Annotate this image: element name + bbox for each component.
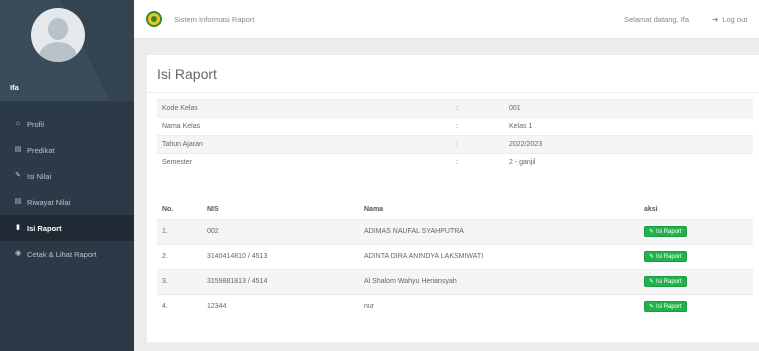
app-logo <box>146 11 162 27</box>
cell-aksi: ✎ Isi Raport <box>639 218 753 244</box>
cell-no: 2. <box>157 243 202 269</box>
sidebar-item-predikat[interactable]: ▤ Predikat <box>0 137 134 163</box>
content-panel: Isi Raport Kode Kelas : 001 Nama Kelas :… <box>147 55 759 342</box>
info-row-semester: Semester : 2 - ganjil <box>157 153 753 172</box>
sidebar-item-isi-nilai[interactable]: ✎ Isi Nilai <box>0 163 134 189</box>
info-separator: : <box>451 153 504 172</box>
cell-nama: nur <box>359 293 639 319</box>
table-icon: ▤ <box>14 146 22 153</box>
cell-nis: 12344 <box>202 293 359 319</box>
app-title: Sistem Informasi Raport <box>174 15 255 24</box>
student-table: No. NIS Nama aksi 1. 002 ADIMAS NAUFAL S… <box>157 201 753 319</box>
info-row-nama-kelas: Nama Kelas : Kelas 1 <box>157 117 753 136</box>
cell-no: 3. <box>157 268 202 294</box>
top-bar: Sistem Informasi Raport Selamat datang, … <box>134 0 759 39</box>
info-separator: : <box>451 117 504 136</box>
table-row: 1. 002 ADIMAS NAUFAL SYAHPUTRA ✎ Isi Rapo… <box>157 218 753 244</box>
cell-aksi: ✎ Isi Raport <box>639 293 753 319</box>
pencil-icon: ✎ <box>649 304 655 311</box>
info-value: 2022/2023 <box>504 135 753 154</box>
sidebar-item-label: Isi Nilai <box>27 171 52 181</box>
page-title: Isi Raport <box>157 66 217 82</box>
button-label: Isi Raport <box>656 228 682 235</box>
isi-raport-button[interactable]: ✎ Isi Raport <box>644 301 687 313</box>
info-value: 001 <box>504 99 753 118</box>
user-name: Ifa <box>10 83 19 92</box>
sidebar-item-label: Isi Raport <box>27 223 62 233</box>
isi-raport-button[interactable]: ✎ Isi Raport <box>644 251 687 262</box>
column-header-aksi: aksi <box>644 206 658 214</box>
cell-nama: ADIMAS NAUFAL SYAHPUTRA <box>359 218 639 244</box>
info-label: Tahun Ajaran <box>157 135 451 154</box>
column-header-nama: Nama <box>364 206 384 214</box>
info-label: Nama Kelas <box>157 117 451 136</box>
table-icon: ▤ <box>14 198 22 205</box>
divider <box>147 92 759 93</box>
table-header-row: No. NIS Nama aksi <box>157 201 753 219</box>
sidebar: Ifa ⌂ Profil ▤ Predikat ✎ Isi Nilai ▤ Ri… <box>0 0 134 351</box>
button-label: Isi Raport <box>656 278 682 285</box>
info-label: Kode Kelas <box>157 99 451 118</box>
sidebar-item-cetak-lihat-raport[interactable]: ◉ Cetak & Lihat Raport <box>0 241 134 267</box>
book-icon: ▮ <box>16 224 20 231</box>
table-row: 2. 3140414810 / 4513 ADINTA DIRA ANINDYA… <box>157 243 753 269</box>
sidebar-item-profil[interactable]: ⌂ Profil <box>0 111 134 137</box>
cell-aksi: ✎ Isi Raport <box>639 268 753 294</box>
info-row-tahun-ajaran: Tahun Ajaran : 2022/2023 <box>157 135 753 154</box>
cell-nis: 002 <box>202 218 359 244</box>
isi-raport-button[interactable]: ✎ Isi Raport <box>644 276 687 287</box>
info-value: Kelas 1 <box>504 117 753 136</box>
pencil-icon: ✎ <box>15 172 21 179</box>
sidebar-item-riwayat-nilai[interactable]: ▤ Riwayat Nilai <box>0 189 134 215</box>
table-row: 4. 12344 nur ✎ Isi Raport <box>157 293 753 319</box>
info-separator: : <box>451 135 504 154</box>
cell-no: 1. <box>157 218 202 244</box>
user-profile: Ifa <box>0 0 134 101</box>
home-icon: ⌂ <box>15 120 21 127</box>
info-value: 2 - ganjil <box>504 153 753 172</box>
logout-label: Log out <box>722 15 748 24</box>
sidebar-nav: ⌂ Profil ▤ Predikat ✎ Isi Nilai ▤ Riwaya… <box>0 111 134 267</box>
cell-no: 4. <box>157 293 202 319</box>
sidebar-item-label: Predikat <box>27 145 55 155</box>
class-info-table: Kode Kelas : 001 Nama Kelas : Kelas 1 Ta… <box>157 99 753 172</box>
column-header-no: No. <box>162 206 174 214</box>
info-label: Semester <box>157 153 451 172</box>
logout-link[interactable]: ➜ Log out <box>712 15 747 24</box>
cell-nis: 3159881813 / 4514 <box>202 268 359 294</box>
eye-icon: ◉ <box>14 250 22 257</box>
button-label: Isi Raport <box>656 253 682 260</box>
cell-nama: ADINTA DIRA ANINDYA LAKSMIWATI <box>359 243 639 269</box>
pencil-icon: ✎ <box>649 279 655 285</box>
cell-aksi: ✎ Isi Raport <box>639 243 753 269</box>
avatar <box>31 8 85 62</box>
button-label: Isi Raport <box>656 303 682 310</box>
isi-raport-button[interactable]: ✎ Isi Raport <box>644 226 687 237</box>
sidebar-item-label: Profil <box>27 119 45 129</box>
pencil-icon: ✎ <box>649 229 655 235</box>
pencil-icon: ✎ <box>649 254 655 260</box>
sidebar-item-isi-raport[interactable]: ▮ Isi Raport <box>0 215 134 241</box>
sidebar-item-label: Riwayat Nilai <box>27 197 71 207</box>
greeting-text: Selamat datang, Ifa <box>624 15 690 24</box>
table-row: 3. 3159881813 / 4514 Al Shalom Wahyu Her… <box>157 268 753 294</box>
cell-nama: Al Shalom Wahyu Heriansyah <box>359 268 639 294</box>
column-header-nis: NIS <box>207 206 219 214</box>
info-separator: : <box>451 99 504 118</box>
logout-icon: ➜ <box>712 15 719 24</box>
sidebar-item-label: Cetak & Lihat Raport <box>27 249 97 259</box>
cell-nis: 3140414810 / 4513 <box>202 243 359 269</box>
info-row-kode-kelas: Kode Kelas : 001 <box>157 99 753 118</box>
